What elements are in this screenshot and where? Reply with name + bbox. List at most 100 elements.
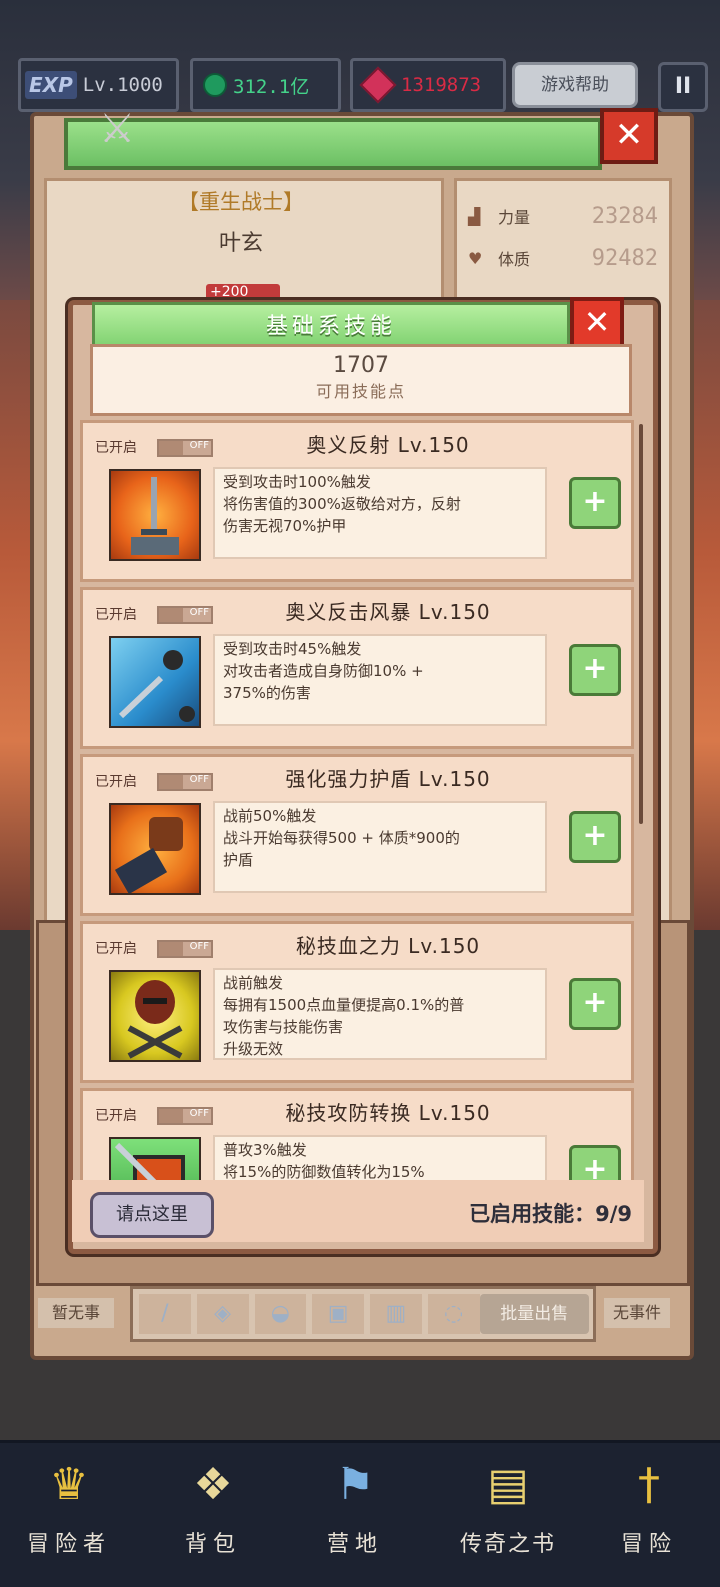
tab-weapon[interactable]: /	[139, 1294, 191, 1334]
level-text: Lv.1000	[82, 74, 163, 96]
tab-pants[interactable]: ▥	[370, 1294, 422, 1334]
skill-points-value: 1707	[333, 353, 389, 378]
stat-row-strength: ▟ 力量 23284	[468, 200, 658, 232]
skill-upgrade-button[interactable]: +	[569, 1145, 621, 1180]
desc-line: 攻伤害与技能伤害	[223, 1018, 344, 1036]
desc-line: 受到攻击时45%触发	[223, 640, 362, 658]
desc-line: 战斗开始每获得500 + 体质*900的	[223, 829, 460, 847]
nav-label: 冒险	[620, 1532, 677, 1557]
desc-line: 升级无效	[223, 1040, 284, 1058]
toggle-label: OFF	[189, 440, 209, 451]
skill-name: 秘技攻防转换 Lv.150	[285, 1101, 491, 1125]
coin-amount: 312.1亿	[233, 75, 310, 98]
skill-status: 已开启	[95, 607, 137, 623]
strength-icon: ▟	[468, 207, 481, 226]
storm-icon	[109, 636, 201, 728]
helmet-icon	[109, 970, 201, 1062]
desc-line: 将15%的防御数值转化为15%	[223, 1163, 425, 1180]
skill-toggle[interactable]: OFF	[157, 1107, 213, 1125]
equipment-tabs: / ◈ ◒ ▣ ▥ ◌ 批量出售	[130, 1286, 596, 1342]
skill-description: 受到攻击时100%触发 将伤害值的300%返敬给对方，反射 伤害无视70%护甲	[213, 467, 547, 559]
sword-icon	[109, 469, 201, 561]
character-panel-close-button[interactable]: ✕	[600, 108, 658, 164]
batch-sell-button[interactable]: 批量出售	[479, 1294, 589, 1334]
stat-value: 23284	[591, 203, 658, 229]
skill-name: 强化强力护盾 Lv.150	[285, 767, 491, 791]
nav-label: 背包	[184, 1532, 241, 1557]
skill-name: 秘技血之力 Lv.150	[295, 934, 481, 958]
skill-points-box: 1707 可用技能点	[90, 344, 632, 416]
skill-name: 奥义反击风暴 Lv.150	[285, 600, 491, 624]
desc-line: 每拥有1500点血量便提高0.1%的普	[223, 996, 465, 1014]
fist-icon	[109, 803, 201, 895]
skill-list[interactable]: 已开启 OFF 奥义反射 Lv.150 受到攻击时100%触发 将伤害值的300…	[80, 420, 636, 1180]
stat-row-constitution: ♥ 体质 92482	[468, 242, 658, 274]
click-here-button[interactable]: 请点这里	[90, 1192, 214, 1238]
desc-line: 战前触发	[223, 974, 284, 992]
desc-line: 普攻3%触发	[223, 1141, 307, 1159]
nav-adventure[interactable]: † 冒险	[594, 1454, 704, 1574]
toggle-label: OFF	[189, 1108, 209, 1119]
skill-upgrade-button[interactable]: +	[569, 644, 621, 696]
skill-description: 普攻3%触发 将15%的防御数值转化为15%	[213, 1135, 547, 1180]
nav-label: 传奇之书	[459, 1532, 556, 1557]
modal-close-button[interactable]: ✕	[570, 297, 624, 349]
nav-backpack[interactable]: ❖ 背包	[158, 1454, 268, 1574]
skill-description: 战前50%触发 战斗开始每获得500 + 体质*900的 护盾	[213, 801, 547, 893]
skill-status: 已开启	[95, 440, 137, 456]
toggle-label: OFF	[189, 941, 209, 952]
desc-line: 护盾	[223, 851, 254, 869]
skill-card: 已开启 OFF 奥义反射 Lv.150 受到攻击时100%触发 将伤害值的300…	[80, 420, 634, 582]
character-name: 叶玄	[218, 231, 263, 256]
tab-ring[interactable]: ◌	[427, 1294, 480, 1334]
character-class: 【重生战士】	[178, 190, 304, 214]
tab-helmet[interactable]: ◒	[254, 1294, 307, 1334]
skill-list-scrollbar[interactable]	[639, 424, 643, 824]
desc-line: 将伤害值的300%返敬给对方，反射	[223, 495, 461, 513]
skill-upgrade-button[interactable]: +	[569, 477, 621, 529]
skill-upgrade-button[interactable]: +	[569, 978, 621, 1030]
nav-legend-book[interactable]: ▤ 传奇之书	[444, 1454, 572, 1574]
skill-toggle[interactable]: OFF	[157, 940, 213, 958]
toggle-label: OFF	[189, 774, 209, 785]
event-tag-right: 无事件	[604, 1298, 670, 1328]
book-icon: ▤	[487, 1459, 529, 1510]
nav-label: 冒险者	[26, 1532, 111, 1557]
gem-amount: 1319873	[401, 74, 482, 96]
skill-toggle[interactable]: OFF	[157, 773, 213, 791]
desc-line: 375%的伤害	[223, 684, 311, 702]
character-panel-header	[64, 118, 602, 170]
pause-button[interactable]: II	[658, 62, 708, 112]
skill-upgrade-button[interactable]: +	[569, 811, 621, 863]
skill-status: 已开启	[95, 1108, 137, 1124]
heart-icon: ♥	[468, 249, 483, 268]
desc-line: 受到攻击时100%触发	[223, 473, 371, 491]
skill-name: 奥义反射 Lv.150	[306, 433, 470, 457]
tab-shield[interactable]: ◈	[196, 1294, 249, 1334]
skill-description: 受到攻击时45%触发 对攻击者造成自身防御10% + 375%的伤害	[213, 634, 547, 726]
stat-label: 力量	[498, 208, 531, 227]
skill-card: 已开启 OFF 秘技攻防转换 Lv.150 普攻3%触发 将15%的防御数值转化…	[80, 1088, 634, 1180]
skill-toggle[interactable]: OFF	[157, 606, 213, 624]
toggle-label: OFF	[189, 607, 209, 618]
skill-status: 已开启	[95, 941, 137, 957]
game-help-button[interactable]: 游戏帮助	[512, 62, 638, 108]
skill-card: 已开启 OFF 秘技血之力 Lv.150 战前触发 每拥有1500点血量便提高0…	[80, 921, 634, 1083]
event-tag-left: 暂无事	[38, 1298, 114, 1328]
desc-line: 战前50%触发	[223, 807, 317, 825]
tab-armor[interactable]: ▣	[312, 1294, 364, 1334]
skill-toggle[interactable]: OFF	[157, 439, 213, 457]
bag-icon: ❖	[193, 1459, 233, 1510]
enabled-skills-count: 已启用技能：9/9	[469, 1202, 632, 1226]
coin-display: 312.1亿	[190, 58, 341, 112]
banner-icon: ⚑	[335, 1459, 375, 1510]
nav-adventurer[interactable]: ♛ 冒险者	[14, 1454, 124, 1574]
desc-line: 对攻击者造成自身防御10% +	[223, 662, 424, 680]
coin-icon	[203, 73, 227, 97]
nav-camp[interactable]: ⚑ 营地	[300, 1454, 410, 1574]
crossed-swords-icon: ⚔	[99, 106, 135, 152]
desc-line: 伤害无视70%护甲	[223, 517, 347, 535]
skill-card: 已开启 OFF 强化强力护盾 Lv.150 战前50%触发 战斗开始每获得500…	[80, 754, 634, 916]
skill-points-label: 可用技能点	[315, 382, 406, 401]
crown-icon: ♛	[49, 1459, 89, 1510]
